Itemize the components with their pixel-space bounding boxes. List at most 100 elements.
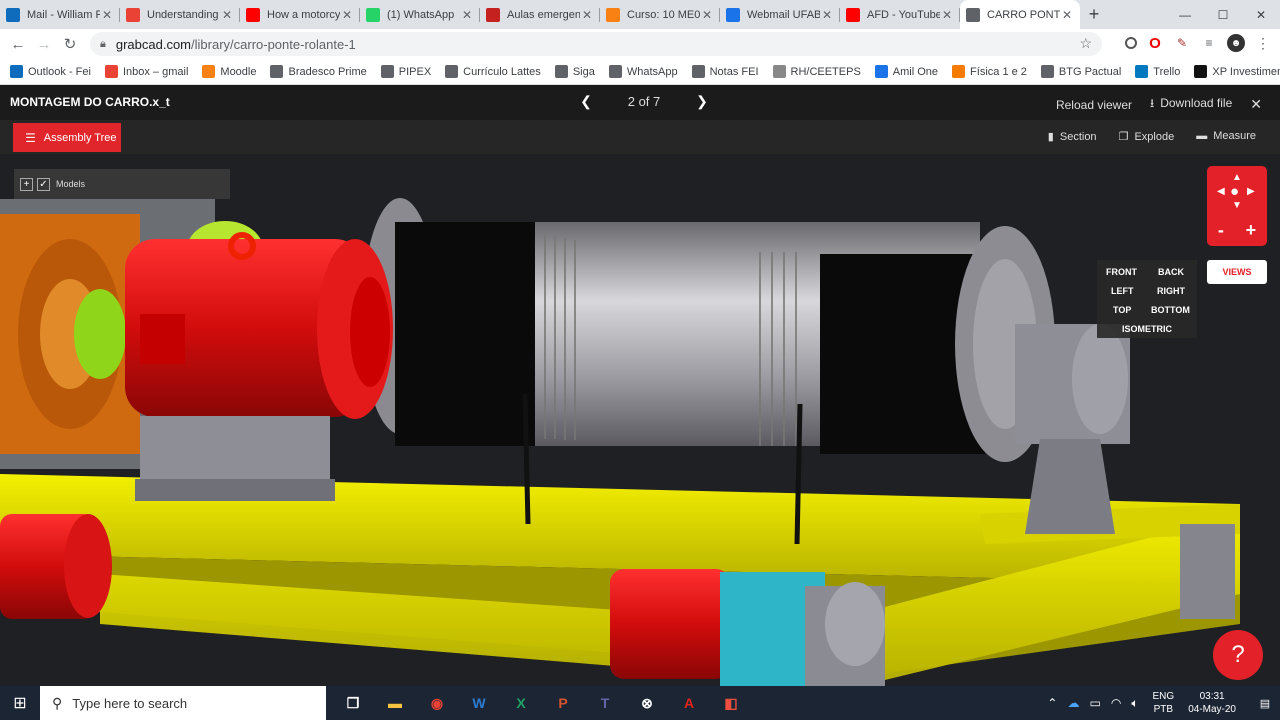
language-indicator[interactable]: ENG PTB	[1153, 690, 1175, 716]
views-button[interactable]: VIEWS	[1207, 260, 1267, 284]
wifi-icon[interactable]: ◠	[1111, 696, 1121, 711]
onedrive-icon[interactable]: ☁	[1067, 696, 1079, 711]
bookmark-item[interactable]: Inbox – gmail	[104, 65, 188, 78]
view-top[interactable]: TOP	[1113, 305, 1131, 315]
browser-tab[interactable]: Aulas emergen ✕	[480, 0, 600, 29]
prev-file-icon[interactable]: ❮	[575, 93, 597, 110]
clock[interactable]: 03:31 04-May-20	[1188, 690, 1236, 716]
bookmark-item[interactable]: BTG Pactual	[1040, 65, 1121, 78]
bookmark-item[interactable]: Trello	[1135, 65, 1180, 78]
close-tab-icon[interactable]: ✕	[700, 8, 714, 22]
back-icon[interactable]: ←	[5, 31, 31, 57]
bookmark-item[interactable]: Outlook - Fei	[10, 65, 91, 78]
browser-tab[interactable]: (1) WhatsApp ✕	[360, 0, 480, 29]
pan-control[interactable]: ▲ ◀ ● ▶ ▼	[1217, 172, 1257, 212]
bookmark-item[interactable]: PIPEX	[380, 65, 431, 78]
view-bottom[interactable]: BOTTOM	[1151, 305, 1190, 315]
explode-button[interactable]: ❐ Explode	[1119, 130, 1175, 143]
bookmark-item[interactable]: Notas FEI	[691, 65, 759, 78]
new-tab-button[interactable]: +	[1080, 0, 1108, 29]
bookmark-item[interactable]: Currículo Lattes	[445, 65, 541, 78]
xbox-icon[interactable]: ⊗	[626, 686, 668, 720]
close-tab-icon[interactable]: ✕	[100, 8, 114, 22]
view-left[interactable]: LEFT	[1111, 286, 1134, 296]
tab-label: Mail - William F	[27, 8, 100, 21]
zoom-in-icon[interactable]: +	[1246, 220, 1257, 241]
close-tab-icon[interactable]: ✕	[940, 8, 954, 22]
bookmark-item[interactable]: Moodle	[202, 65, 256, 78]
bookmark-item[interactable]: Amil One	[874, 65, 938, 78]
profile-avatar-icon[interactable]: ☻	[1227, 34, 1245, 52]
chrome-icon[interactable]: ◉	[416, 686, 458, 720]
close-tab-icon[interactable]: ✕	[820, 8, 834, 22]
maximize-icon[interactable]: ☐	[1204, 0, 1242, 29]
bookmark-star-icon[interactable]: ☆	[1079, 35, 1092, 52]
teams-icon[interactable]: T	[584, 686, 626, 720]
extension-icon[interactable]	[1125, 37, 1137, 49]
next-file-icon[interactable]: ❯	[691, 93, 713, 110]
pan-up-icon[interactable]: ▲	[1232, 172, 1242, 183]
bookmark-item[interactable]: WhatsApp	[608, 65, 678, 78]
windows-start-icon[interactable]: ⊞	[0, 686, 40, 720]
chevron-up-icon[interactable]: ⌃	[1047, 696, 1057, 711]
reading-list-icon[interactable]: ≡	[1200, 34, 1218, 52]
pdf-extension-icon[interactable]: ✎	[1173, 34, 1191, 52]
close-tab-icon[interactable]: ✕	[460, 8, 474, 22]
browser-tab[interactable]: Mail - William F ✕	[0, 0, 120, 29]
minimize-icon[interactable]: —	[1166, 0, 1204, 29]
expand-icon[interactable]: +	[20, 177, 33, 191]
browser-tab[interactable]: How a motorcy ✕	[240, 0, 360, 29]
close-viewer-icon[interactable]: ✕	[1250, 96, 1262, 113]
close-tab-icon[interactable]: ✕	[220, 8, 234, 22]
pan-center-icon[interactable]: ●	[1230, 183, 1239, 200]
view-isometric[interactable]: ISOMETRIC	[1122, 324, 1172, 334]
bookmark-item[interactable]: RH/CEETEPS	[772, 65, 861, 78]
url-bar[interactable]: 🔒︎ grabcad.com/library/carro-ponte-rolan…	[90, 32, 1102, 56]
browser-tab[interactable]: Understanding ✕	[120, 0, 240, 29]
bookmark-item[interactable]: Física 1 e 2	[952, 65, 1027, 78]
bookmark-item[interactable]: Bradesco Prime	[270, 65, 367, 78]
task-view-icon[interactable]: ❐	[332, 686, 374, 720]
acrobat-icon[interactable]: A	[668, 686, 710, 720]
excel-icon[interactable]: X	[500, 686, 542, 720]
model-viewport[interactable]: + ✓ Models ▲ ◀ ● ▶ ▼ - + FRONT BACK LEFT…	[0, 154, 1280, 686]
powerpoint-icon[interactable]: P	[542, 686, 584, 720]
word-icon[interactable]: W	[458, 686, 500, 720]
view-front[interactable]: FRONT	[1106, 267, 1137, 277]
browser-tab[interactable]: Curso: 10 ME0 ✕	[600, 0, 720, 29]
opera-icon[interactable]: O	[1146, 34, 1164, 52]
menu-kebab-icon[interactable]: ⋮	[1254, 34, 1272, 52]
view-back[interactable]: BACK	[1158, 267, 1184, 277]
measure-button[interactable]: ▬ Measure	[1196, 130, 1256, 143]
close-tab-icon[interactable]: ✕	[1060, 8, 1074, 22]
pan-down-icon[interactable]: ▼	[1232, 200, 1242, 211]
bookmark-item[interactable]: XP Investimentos -...	[1194, 65, 1280, 78]
forward-icon[interactable]: →	[31, 31, 57, 57]
browser-tab[interactable]: AFD - YouTube ✕	[840, 0, 960, 29]
download-file-button[interactable]: ⭳ Download file	[1150, 94, 1232, 115]
reload-icon[interactable]: ↻	[57, 31, 83, 57]
models-checkbox[interactable]: ✓	[37, 177, 50, 191]
file-explorer-icon[interactable]: ▬	[374, 686, 416, 720]
close-tab-icon[interactable]: ✕	[580, 8, 594, 22]
assembly-tree-button[interactable]: ☰ Assembly Tree	[13, 123, 121, 152]
bookmark-item[interactable]: Siga	[554, 65, 595, 78]
taskbar-search[interactable]: ⚲ Type here to search	[40, 686, 326, 720]
reload-viewer-button[interactable]: Reload viewer	[1056, 98, 1132, 112]
close-window-icon[interactable]: ✕	[1242, 0, 1280, 29]
browser-tab[interactable]: Webmail UFABC✕	[720, 0, 840, 29]
browser-tab[interactable]: CARRO PONTE ✕	[960, 0, 1080, 29]
hamburger-icon: ☰	[25, 130, 36, 145]
battery-icon[interactable]: ▭	[1089, 696, 1100, 711]
help-button[interactable]: ?	[1213, 630, 1263, 680]
volume-icon[interactable]: 🔈︎	[1131, 696, 1138, 711]
view-right[interactable]: RIGHT	[1157, 286, 1185, 296]
pan-right-icon[interactable]: ▶	[1247, 186, 1255, 197]
close-tab-icon[interactable]: ✕	[340, 8, 354, 22]
notification-icon[interactable]: ▤	[1250, 697, 1280, 710]
zoom-out-icon[interactable]: -	[1218, 220, 1224, 241]
red-app-icon[interactable]: ◧	[710, 686, 752, 720]
pan-left-icon[interactable]: ◀	[1217, 186, 1225, 197]
cad-model-render[interactable]	[0, 154, 1280, 686]
section-button[interactable]: ▮ Section	[1048, 130, 1097, 143]
